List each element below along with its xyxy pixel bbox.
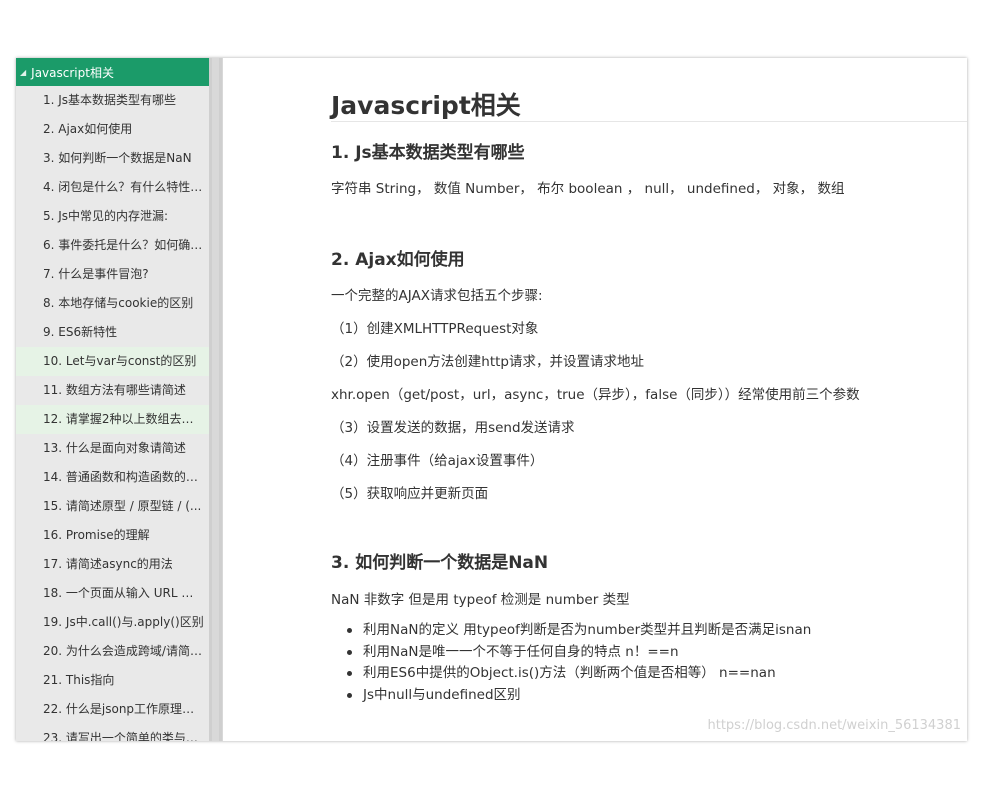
section-heading: 2. Ajax如何使用: [331, 250, 465, 270]
bullet-list: 利用NaN的定义 用typeof判断是否为number类型并且判断是否满足isn…: [347, 620, 811, 706]
toc-item[interactable]: 13. 什么是面向对象请简述: [16, 434, 209, 463]
paragraph: 一个完整的AJAX请求包括五个步骤:: [331, 288, 543, 304]
toc-item[interactable]: 9. ES6新特性: [16, 318, 209, 347]
toc-header[interactable]: ◢ Javascript相关: [16, 58, 209, 86]
toc-item[interactable]: 8. 本地存储与cookie的区别: [16, 289, 209, 318]
paragraph: （5）获取响应并更新页面: [331, 486, 489, 502]
list-item: 利用NaN是唯一一个不等于任何自身的特点 n！==n: [347, 642, 811, 664]
bullet-icon: [347, 649, 352, 655]
paragraph: 字符串 String， 数值 Number， 布尔 boolean ， null…: [331, 181, 845, 197]
section-heading: 1. Js基本数据类型有哪些: [331, 143, 525, 163]
collapse-triangle-icon[interactable]: ◢: [20, 68, 26, 77]
toc-header-label: Javascript相关: [31, 65, 114, 80]
toc-item[interactable]: 1. Js基本数据类型有哪些: [16, 86, 209, 115]
page-title: Javascript相关: [331, 91, 521, 120]
document-content: Javascript相关 1. Js基本数据类型有哪些 字符串 String， …: [223, 58, 967, 741]
paragraph: （4）注册事件（给ajax设置事件）: [331, 453, 544, 469]
toc-sidebar: ◢ Javascript相关 1. Js基本数据类型有哪些 2. Ajax如何使…: [16, 58, 209, 741]
toc-item[interactable]: 7. 什么是事件冒泡?: [16, 260, 209, 289]
list-item-text: 利用ES6中提供的Object.is()方法（判断两个值是否相等） n==nan: [363, 665, 776, 682]
toc-item[interactable]: 23. 请写出一个简单的类与继承: [16, 724, 209, 741]
toc-item[interactable]: 21. This指向: [16, 666, 209, 695]
toc-item[interactable]: 14. 普通函数和构造函数的区别: [16, 463, 209, 492]
paragraph: （2）使用open方法创建http请求，并设置请求地址: [331, 354, 644, 370]
paragraph: NaN 非数字 但是用 typeof 检测是 number 类型: [331, 592, 630, 608]
toc-item[interactable]: 5. Js中常见的内存泄漏:: [16, 202, 209, 231]
toc-item[interactable]: 11. 数组方法有哪些请简述: [16, 376, 209, 405]
toc-item[interactable]: 20. 为什么会造成跨域/请简述...: [16, 637, 209, 666]
toc-item[interactable]: 4. 闭包是什么？有什么特性？...: [16, 173, 209, 202]
paragraph: （3）设置发送的数据，用send发送请求: [331, 420, 575, 436]
watermark: https://blog.csdn.net/weixin_56134381: [707, 718, 961, 733]
sidebar-scrollbar[interactable]: [209, 58, 222, 741]
bullet-icon: [347, 628, 352, 633]
list-item-text: 利用NaN是唯一一个不等于任何自身的特点 n！==n: [363, 643, 679, 660]
paragraph: xhr.open（get/post，url，async，true（异步），fal…: [331, 387, 860, 403]
toc-item[interactable]: 3. 如何判断一个数据是NaN: [16, 144, 209, 173]
toc-item[interactable]: 19. Js中.call()与.apply()区别: [16, 608, 209, 637]
toc-list: 1. Js基本数据类型有哪些 2. Ajax如何使用 3. 如何判断一个数据是N…: [16, 86, 209, 741]
list-item-text: Js中null与undefined区别: [363, 686, 521, 703]
app-window: ◢ Javascript相关 1. Js基本数据类型有哪些 2. Ajax如何使…: [16, 58, 967, 741]
toc-item[interactable]: 15. 请简述原型 / 原型链 / (...: [16, 492, 209, 521]
toc-item[interactable]: 16. Promise的理解: [16, 521, 209, 550]
toc-item-highlighted[interactable]: 10. Let与var与const的区别: [16, 347, 209, 376]
toc-item[interactable]: 17. 请简述async的用法: [16, 550, 209, 579]
toc-item[interactable]: 6. 事件委托是什么？如何确定...: [16, 231, 209, 260]
list-item-text: 利用NaN的定义 用typeof判断是否为number类型并且判断是否满足isn…: [363, 622, 812, 638]
toc-item[interactable]: 22. 什么是jsonp工作原理是什...: [16, 695, 209, 724]
bullet-icon: [347, 692, 352, 698]
list-item: 利用NaN的定义 用typeof判断是否为number类型并且判断是否满足isn…: [347, 620, 811, 642]
toc-item[interactable]: 18. 一个页面从输入 URL 到页...: [16, 579, 209, 608]
bullet-icon: [347, 671, 352, 677]
list-item: 利用ES6中提供的Object.is()方法（判断两个值是否相等） n==nan: [347, 663, 811, 685]
section-heading: 3. 如何判断一个数据是NaN: [331, 553, 549, 573]
toc-item[interactable]: 2. Ajax如何使用: [16, 115, 209, 144]
title-divider: [331, 121, 967, 122]
list-item: Js中null与undefined区别: [347, 685, 811, 707]
toc-item-highlighted[interactable]: 12. 请掌握2种以上数组去重的...: [16, 405, 209, 434]
paragraph: （1）创建XMLHTTPRequest对象: [331, 321, 539, 337]
sidebar-scrollbar-thumb[interactable]: [212, 58, 219, 741]
